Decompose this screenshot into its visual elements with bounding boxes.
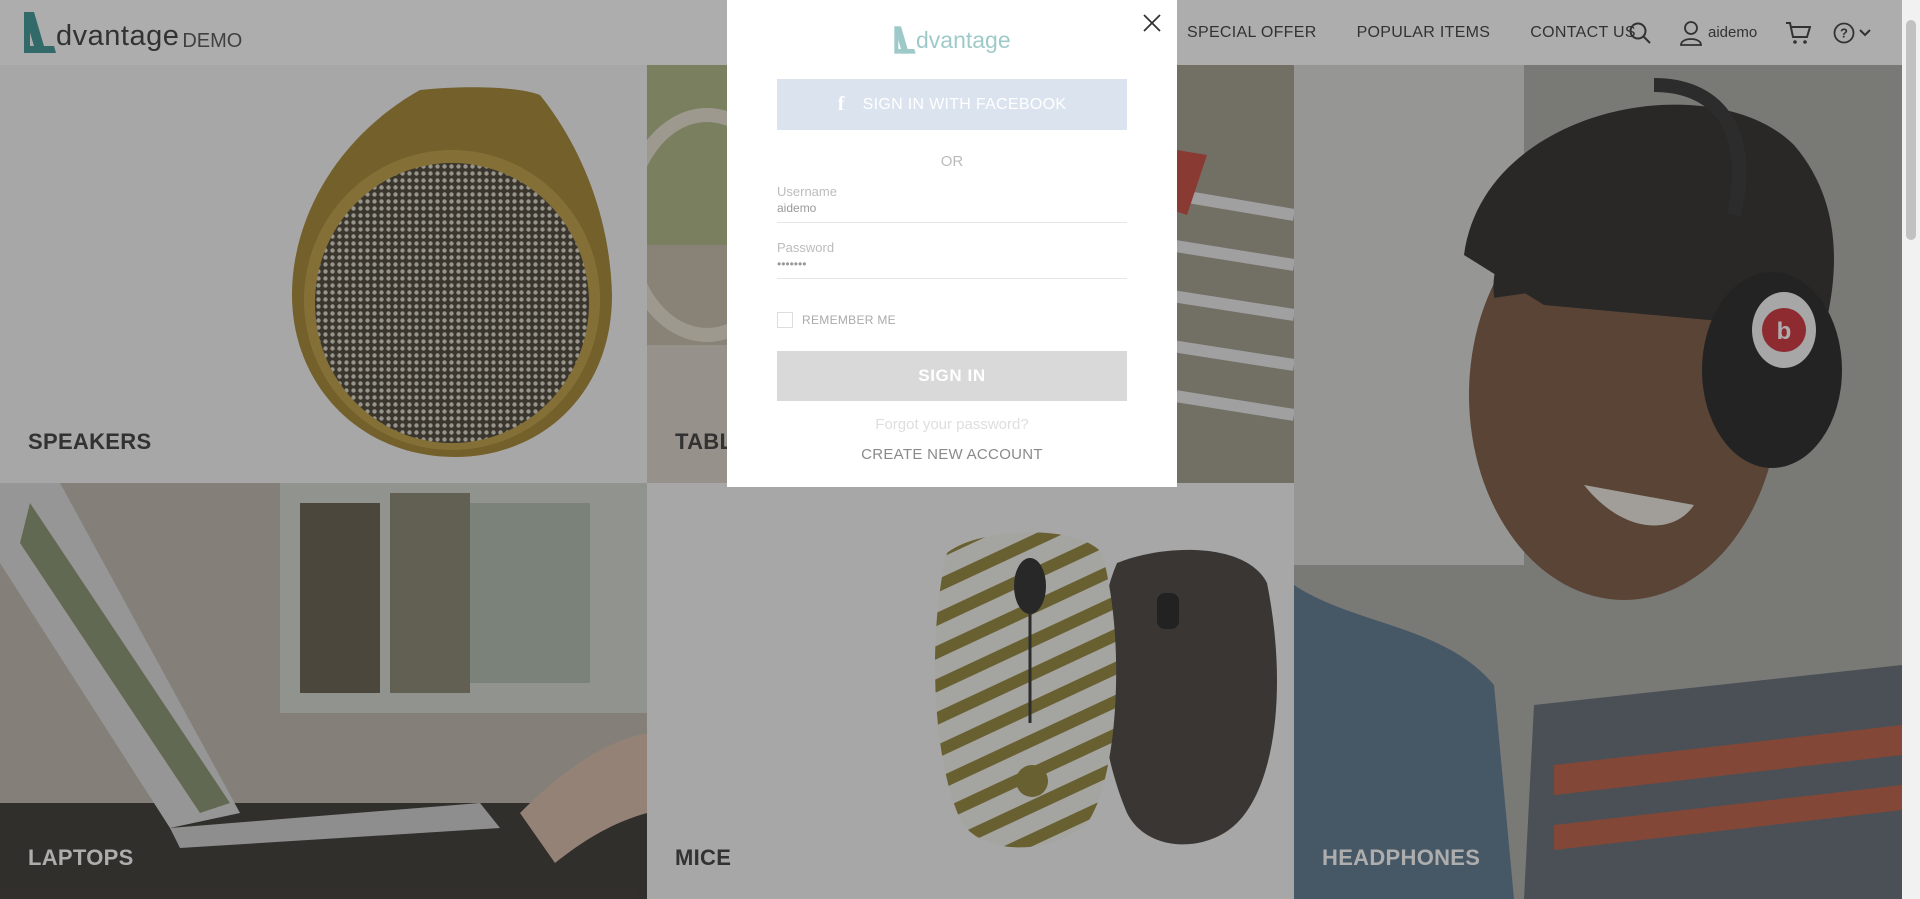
remember-me: REMEMBER ME — [777, 312, 896, 328]
password-field: Password — [777, 240, 1127, 279]
password-label: Password — [777, 240, 835, 255]
close-button[interactable] — [1141, 12, 1163, 34]
username-input[interactable] — [777, 201, 1127, 215]
modal-logo-word: dvantage — [916, 27, 1011, 53]
username-label: Username — [777, 184, 837, 199]
facebook-signin-button[interactable]: f SIGN IN WITH FACEBOOK — [777, 79, 1127, 130]
remember-me-checkbox[interactable] — [777, 312, 793, 328]
facebook-signin-label: SIGN IN WITH FACEBOOK — [862, 95, 1067, 113]
forgot-password-link[interactable]: Forgot your password? — [727, 416, 1177, 433]
create-account-link[interactable]: CREATE NEW ACCOUNT — [727, 446, 1177, 463]
or-divider: OR — [940, 153, 964, 170]
scrollbar-thumb[interactable] — [1906, 20, 1916, 240]
sign-in-button[interactable]: SIGN IN — [777, 351, 1127, 401]
username-field: Username — [777, 184, 1127, 223]
logo-mark-icon — [894, 26, 916, 54]
page-scrollbar[interactable] — [1902, 0, 1920, 899]
facebook-icon: f — [837, 93, 845, 115]
remember-me-label[interactable]: REMEMBER ME — [802, 313, 896, 327]
password-input[interactable] — [777, 257, 1127, 271]
close-icon — [1143, 14, 1161, 32]
modal-logo: dvantage — [893, 24, 1011, 56]
login-modal: dvantage f SIGN IN WITH FACEBOOK OR User… — [727, 0, 1177, 487]
